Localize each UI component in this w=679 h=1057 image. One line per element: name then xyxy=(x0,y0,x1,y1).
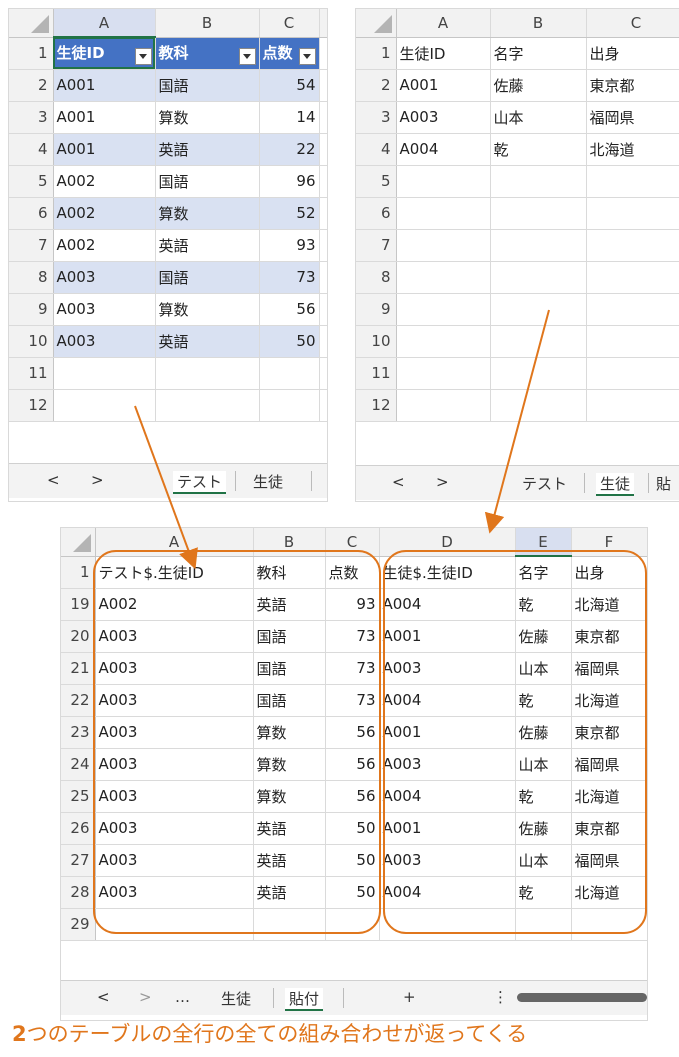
caption-number: 2 xyxy=(12,1022,27,1046)
caption-text: つのテーブルの全行の全ての組み合わせが返ってくる xyxy=(26,1022,528,1046)
caption: 2つのテーブルの全行の全ての組み合わせが返ってくる xyxy=(12,1018,527,1048)
arrow-student-to-paste xyxy=(484,309,550,534)
highlight-test-columns xyxy=(93,550,381,934)
annotation-overlay xyxy=(93,309,647,934)
highlight-student-columns xyxy=(383,550,647,934)
arrow-test-to-paste xyxy=(134,405,198,570)
